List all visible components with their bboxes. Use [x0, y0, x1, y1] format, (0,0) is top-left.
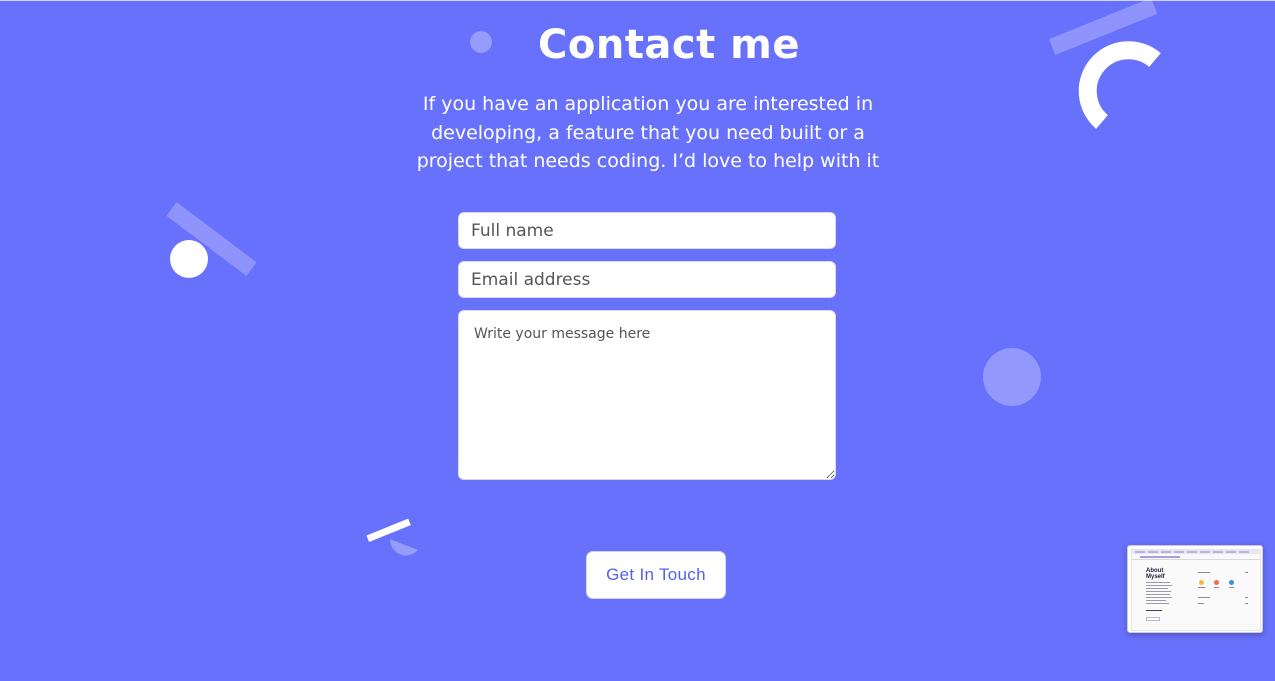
thumbnail-social-row	[1146, 610, 1162, 611]
thumbnail-label	[1214, 587, 1219, 588]
thumbnail-label	[1245, 597, 1248, 598]
email-input[interactable]	[458, 261, 836, 298]
thumbnail-text-line	[1146, 585, 1172, 586]
thumbnail-screenshot: About Myself	[1131, 549, 1261, 631]
thumbnail-icon	[1199, 580, 1204, 585]
left-white-circle-shape	[170, 240, 208, 278]
full-name-input[interactable]	[458, 212, 836, 249]
thumbnail-label	[1198, 597, 1210, 598]
thumbnail-button	[1146, 617, 1160, 621]
thumbnail-label	[1198, 572, 1210, 573]
thumbnail-text-line	[1146, 594, 1170, 595]
get-in-touch-button[interactable]: Get In Touch	[586, 551, 726, 599]
page-subtitle: If you have an application you are inter…	[416, 93, 880, 172]
thumbnail-text-line	[1146, 600, 1166, 601]
thumbnail-label	[1229, 587, 1234, 588]
thumbnail-text-line	[1146, 582, 1170, 583]
thumbnail-text-line	[1146, 597, 1172, 598]
half-circle-shape	[389, 539, 418, 556]
thumbnail-icon	[1229, 580, 1234, 585]
message-textarea[interactable]	[458, 310, 836, 480]
thumbnail-text-line	[1146, 591, 1171, 592]
thumbnail-label	[1245, 603, 1248, 604]
thumbnail-label	[1245, 572, 1248, 573]
white-dash-shape	[366, 518, 411, 542]
page-title: Contact me	[538, 22, 800, 68]
page-preview-thumbnail[interactable]: About Myself	[1127, 545, 1263, 633]
thumbnail-text-line	[1146, 588, 1168, 589]
thumbnail-label	[1198, 587, 1205, 588]
thumbnail-url-bar	[1140, 556, 1180, 558]
thumbnail-label	[1198, 603, 1204, 604]
right-circle-shape	[983, 348, 1041, 406]
thumbnail-tabs	[1132, 550, 1260, 554]
thumbnail-heading: About Myself	[1146, 568, 1165, 580]
thumbnail-text-line	[1146, 603, 1169, 604]
thumbnail-divider	[1132, 559, 1260, 560]
thumbnail-icon	[1214, 580, 1219, 585]
